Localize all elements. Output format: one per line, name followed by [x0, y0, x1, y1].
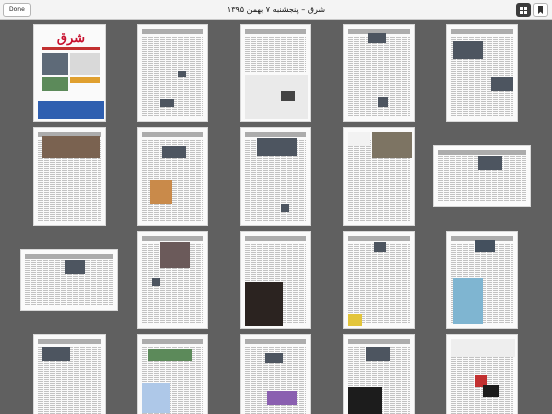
page-thumbnail[interactable] — [240, 127, 311, 226]
page-thumbnail[interactable] — [446, 334, 518, 414]
page-thumbnail[interactable] — [33, 127, 106, 226]
page-thumbnail[interactable] — [343, 24, 415, 122]
page-thumbnail-grid: شرق — [0, 21, 552, 414]
page-thumbnail[interactable]: شرق — [33, 24, 106, 122]
done-button[interactable]: Done — [3, 3, 31, 17]
page-thumbnail[interactable] — [137, 24, 208, 122]
page-thumbnail[interactable] — [137, 334, 208, 414]
page-thumbnail[interactable] — [240, 231, 311, 329]
bookmark-button[interactable] — [533, 3, 548, 17]
page-thumbnail[interactable] — [343, 127, 415, 226]
page-thumbnail[interactable] — [240, 334, 311, 414]
grid-view-button[interactable] — [516, 3, 531, 17]
page-title: شرق – پنجشنبه ۷ بهمن ۱۳۹۵ — [226, 5, 326, 14]
page-thumbnail[interactable] — [343, 334, 415, 414]
newspaper-masthead: شرق — [56, 31, 86, 46]
bookmark-icon — [538, 6, 543, 14]
top-toolbar: Done شرق – پنجشنبه ۷ بهمن ۱۳۹۵ — [0, 0, 552, 20]
page-thumbnail[interactable] — [33, 334, 106, 414]
page-thumbnail[interactable] — [433, 145, 531, 207]
page-thumbnail[interactable] — [446, 24, 518, 122]
page-thumbnail[interactable] — [343, 231, 415, 329]
page-thumbnail[interactable] — [446, 231, 518, 329]
page-thumbnail[interactable] — [137, 127, 208, 226]
page-thumbnail[interactable] — [240, 24, 311, 122]
grid-icon — [520, 7, 528, 14]
page-thumbnail[interactable] — [137, 231, 208, 329]
page-thumbnail[interactable] — [20, 249, 118, 311]
